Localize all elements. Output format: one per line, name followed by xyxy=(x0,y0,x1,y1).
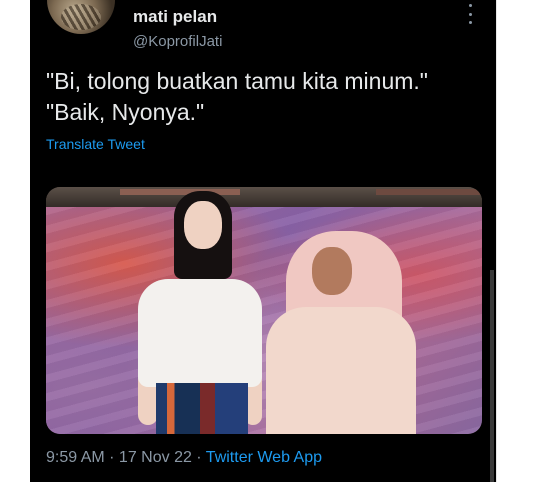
dot xyxy=(468,12,472,16)
tweet-time[interactable]: 9:59 AM xyxy=(46,449,105,466)
person-left-face xyxy=(184,201,222,249)
more-options-icon[interactable] xyxy=(462,4,478,24)
source-app-link[interactable]: Twitter Web App xyxy=(206,449,322,466)
photo-top-frame xyxy=(46,187,482,209)
tweet-photo[interactable] xyxy=(46,187,482,434)
separator: · xyxy=(191,449,206,466)
person-right-face xyxy=(312,247,352,295)
tweet-timestamp: 9:59 AM · 17 Nov 22 · Twitter Web App xyxy=(46,449,322,467)
author-name[interactable]: mati pelan xyxy=(133,7,217,27)
person-left-top xyxy=(138,279,262,387)
scrollbar[interactable] xyxy=(490,270,494,482)
dot xyxy=(468,21,472,24)
person-right-dress xyxy=(266,307,416,434)
dot xyxy=(468,4,472,7)
photo-painting-background xyxy=(46,207,482,434)
separator: · xyxy=(104,449,119,466)
translate-tweet-link[interactable]: Translate Tweet xyxy=(46,136,145,152)
tweet-text: "Bi, tolong buatkan tamu kita minum." "B… xyxy=(46,68,428,125)
tweet-date[interactable]: 17 Nov 22 xyxy=(119,449,192,466)
author-handle[interactable]: @KoprofilJati xyxy=(133,33,222,50)
page-right-margin xyxy=(496,0,540,482)
person-left-skirt xyxy=(156,383,248,434)
